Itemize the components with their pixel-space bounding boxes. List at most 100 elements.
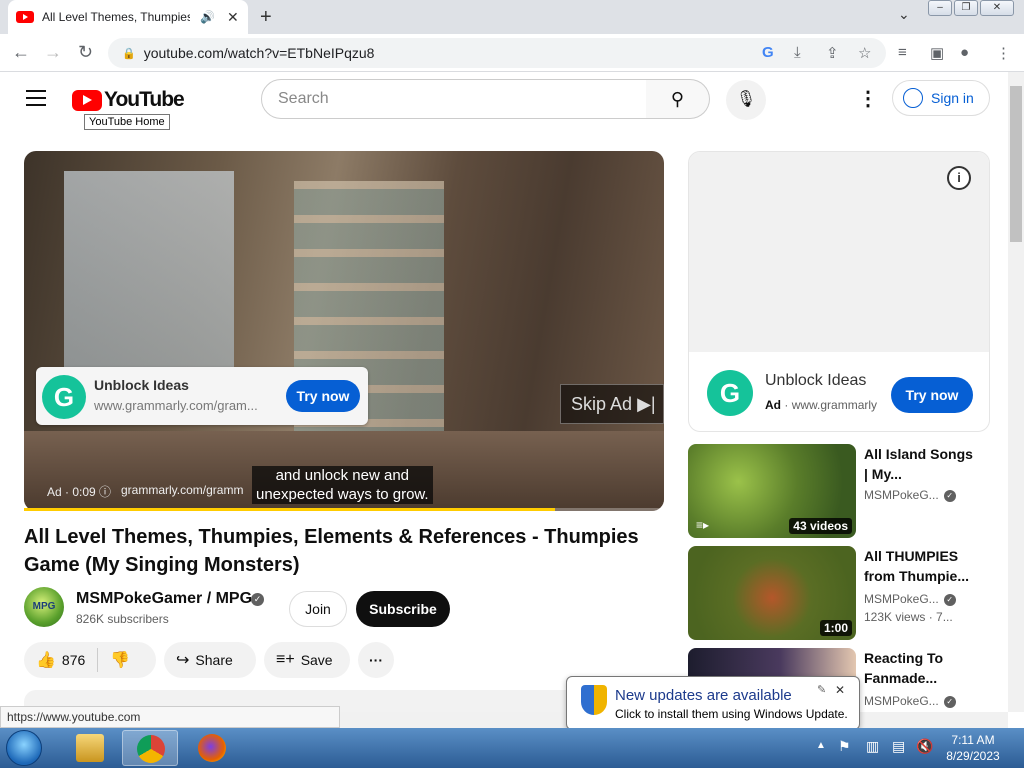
- install-icon[interactable]: ⤓: [794, 44, 801, 61]
- sidebar-ad[interactable]: i G Unblock Ideas Ad · www.grammarly Try…: [688, 151, 990, 432]
- channel-avatar[interactable]: MPG: [24, 587, 64, 627]
- video-meta: 123K views · 7...: [864, 610, 953, 624]
- caption-line: and unlock new and: [252, 466, 433, 485]
- taskbar-firefox[interactable]: [184, 730, 240, 766]
- maximize-button[interactable]: ❐: [954, 0, 978, 16]
- video-count-badge: 43 videos: [789, 518, 852, 534]
- like-count[interactable]: 876: [62, 652, 85, 668]
- video-title[interactable]: All THUMPIES from Thumpie...: [864, 546, 974, 586]
- display-icon[interactable]: ▤: [892, 738, 905, 755]
- sign-in-label: Sign in: [931, 90, 974, 106]
- player-ad-card[interactable]: G Unblock Ideas www.grammarly.com/gram..…: [36, 367, 368, 425]
- speaker-icon[interactable]: 🔊: [200, 10, 215, 24]
- lock-icon[interactable]: 🔒: [122, 47, 136, 60]
- video-progress-bar[interactable]: [24, 508, 664, 511]
- side-ad-try-now-button[interactable]: Try now: [891, 377, 973, 413]
- skip-ad-button[interactable]: Skip Ad ▶|: [560, 384, 664, 424]
- notification-title[interactable]: New updates are available: [615, 687, 792, 704]
- back-icon[interactable]: ←: [12, 42, 30, 63]
- thumbs-down-icon[interactable]: 👎: [110, 650, 130, 670]
- sign-in-button[interactable]: Sign in: [892, 80, 990, 116]
- firefox-icon: [198, 734, 226, 762]
- youtube-logo[interactable]: YouTube: [72, 88, 185, 112]
- pin-icon[interactable]: ✎: [817, 683, 826, 696]
- ad-site-link[interactable]: grammarly.com/gramm: [121, 483, 243, 497]
- channel-line[interactable]: MSMPokeG... ✓: [864, 488, 956, 502]
- search-input[interactable]: Search: [261, 79, 647, 119]
- recommended-video[interactable]: ≡▸ 43 videos All Island Songs | My... MS…: [688, 444, 990, 538]
- tab-title: All Level Themes, Thumpies,: [42, 10, 190, 24]
- url-text[interactable]: youtube.com/watch?v=ETbNeIPqzu8: [144, 45, 375, 61]
- search-button[interactable]: ⚲: [646, 79, 710, 119]
- minimize-button[interactable]: –: [928, 0, 952, 16]
- duration-badge: 1:00: [819, 620, 852, 636]
- browser-tab-bar: All Level Themes, Thumpies, 🔊 ✕ + ⌄ – ❐ …: [0, 0, 1024, 34]
- video-thumbnail[interactable]: ≡▸ 43 videos: [688, 444, 856, 538]
- forward-icon[interactable]: →: [44, 42, 62, 63]
- video-thumbnail[interactable]: 1:00: [688, 546, 856, 640]
- recommended-video[interactable]: 1:00 All THUMPIES from Thumpie... MSMPok…: [688, 546, 990, 640]
- ad-info-icon[interactable]: i: [947, 166, 971, 190]
- media-controls-icon[interactable]: ≡: [898, 44, 907, 61]
- hamburger-menu-icon[interactable]: [26, 90, 46, 106]
- profile-icon[interactable]: ●: [960, 44, 969, 61]
- browser-tab[interactable]: All Level Themes, Thumpies, 🔊 ✕: [8, 0, 248, 34]
- voice-search-button[interactable]: 🎙: [726, 80, 766, 120]
- tab-search-chevron-icon[interactable]: ⌄: [898, 6, 910, 23]
- notification-close-icon[interactable]: ✕: [835, 683, 845, 697]
- close-window-button[interactable]: ✕: [980, 0, 1014, 16]
- share-page-icon[interactable]: ⇪: [826, 44, 839, 62]
- save-label: Save: [300, 652, 333, 668]
- video-title[interactable]: Reacting To Fanmade...: [864, 648, 974, 688]
- ad-card-domain: www.grammarly.com/gram...: [94, 398, 258, 413]
- more-actions-button[interactable]: ···: [358, 642, 394, 678]
- notification-subtitle[interactable]: Click to install them using Windows Upda…: [615, 707, 848, 721]
- ad-timer: Ad · 0:09: [47, 485, 96, 499]
- search-icon: ⚲: [670, 89, 685, 109]
- new-tab-icon[interactable]: +: [260, 6, 272, 29]
- share-button[interactable]: ↪ Share: [164, 642, 256, 678]
- bookmark-star-icon[interactable]: ☆: [858, 44, 871, 62]
- show-hidden-icons-icon[interactable]: ▲: [816, 740, 826, 751]
- taskbar-chrome[interactable]: [122, 730, 178, 766]
- network-icon[interactable]: ▥: [866, 738, 879, 755]
- verified-check-icon: ✓: [943, 593, 956, 606]
- channel-line[interactable]: MSMPokeG... ✓: [864, 694, 956, 708]
- subscribe-button[interactable]: Subscribe: [356, 591, 450, 627]
- join-button[interactable]: Join: [289, 591, 347, 627]
- account-icon: [903, 88, 923, 108]
- channel-line[interactable]: MSMPokeG... ✓: [864, 592, 956, 606]
- thumbs-up-icon[interactable]: 👍: [36, 650, 56, 670]
- info-icon[interactable]: ⓘ: [99, 485, 111, 499]
- google-lens-icon[interactable]: G: [762, 44, 774, 61]
- vertical-scrollbar-thumb[interactable]: [1010, 86, 1022, 242]
- video-title: All Level Themes, Thumpies, Elements & R…: [24, 526, 639, 576]
- reload-icon[interactable]: ↻: [78, 42, 93, 63]
- ad-card-title[interactable]: Unblock Ideas: [94, 377, 189, 393]
- save-button[interactable]: ≡+ Save: [264, 642, 350, 678]
- video-frame-shelf: [294, 181, 444, 471]
- start-button[interactable]: [6, 730, 42, 766]
- progress-fill: [24, 508, 556, 511]
- ad-info-text[interactable]: Ad · 0:09 ⓘ: [47, 483, 111, 500]
- video-player[interactable]: [24, 151, 664, 511]
- taskbar-file-explorer[interactable]: [62, 730, 118, 766]
- side-panel-icon[interactable]: ▣: [930, 44, 944, 62]
- ad-try-now-button[interactable]: Try now: [286, 380, 360, 412]
- video-frame-window: [64, 171, 234, 381]
- video-title[interactable]: All Island Songs | My...: [864, 444, 974, 484]
- browser-menu-icon[interactable]: ⋮: [996, 44, 1011, 62]
- tab-close-icon[interactable]: ✕: [227, 9, 239, 26]
- windows-update-notification[interactable]: New updates are available Click to insta…: [566, 676, 860, 730]
- separator: ·: [784, 398, 792, 412]
- settings-more-icon[interactable]: ⋮: [858, 86, 878, 111]
- channel-name[interactable]: MSMPokeGamer / MPG: [76, 590, 252, 608]
- side-ad-title[interactable]: Unblock Ideas: [765, 372, 866, 390]
- divider: [97, 648, 99, 672]
- action-center-icon[interactable]: ⚑: [838, 738, 851, 755]
- taskbar-clock[interactable]: 7:11 AM 8/29/2023: [940, 732, 1006, 764]
- windows-update-shield-icon: [581, 685, 607, 715]
- volume-muted-icon[interactable]: 🔇: [916, 738, 933, 755]
- ad-label: Ad: [765, 398, 781, 412]
- grammarly-logo-icon: G: [707, 370, 753, 416]
